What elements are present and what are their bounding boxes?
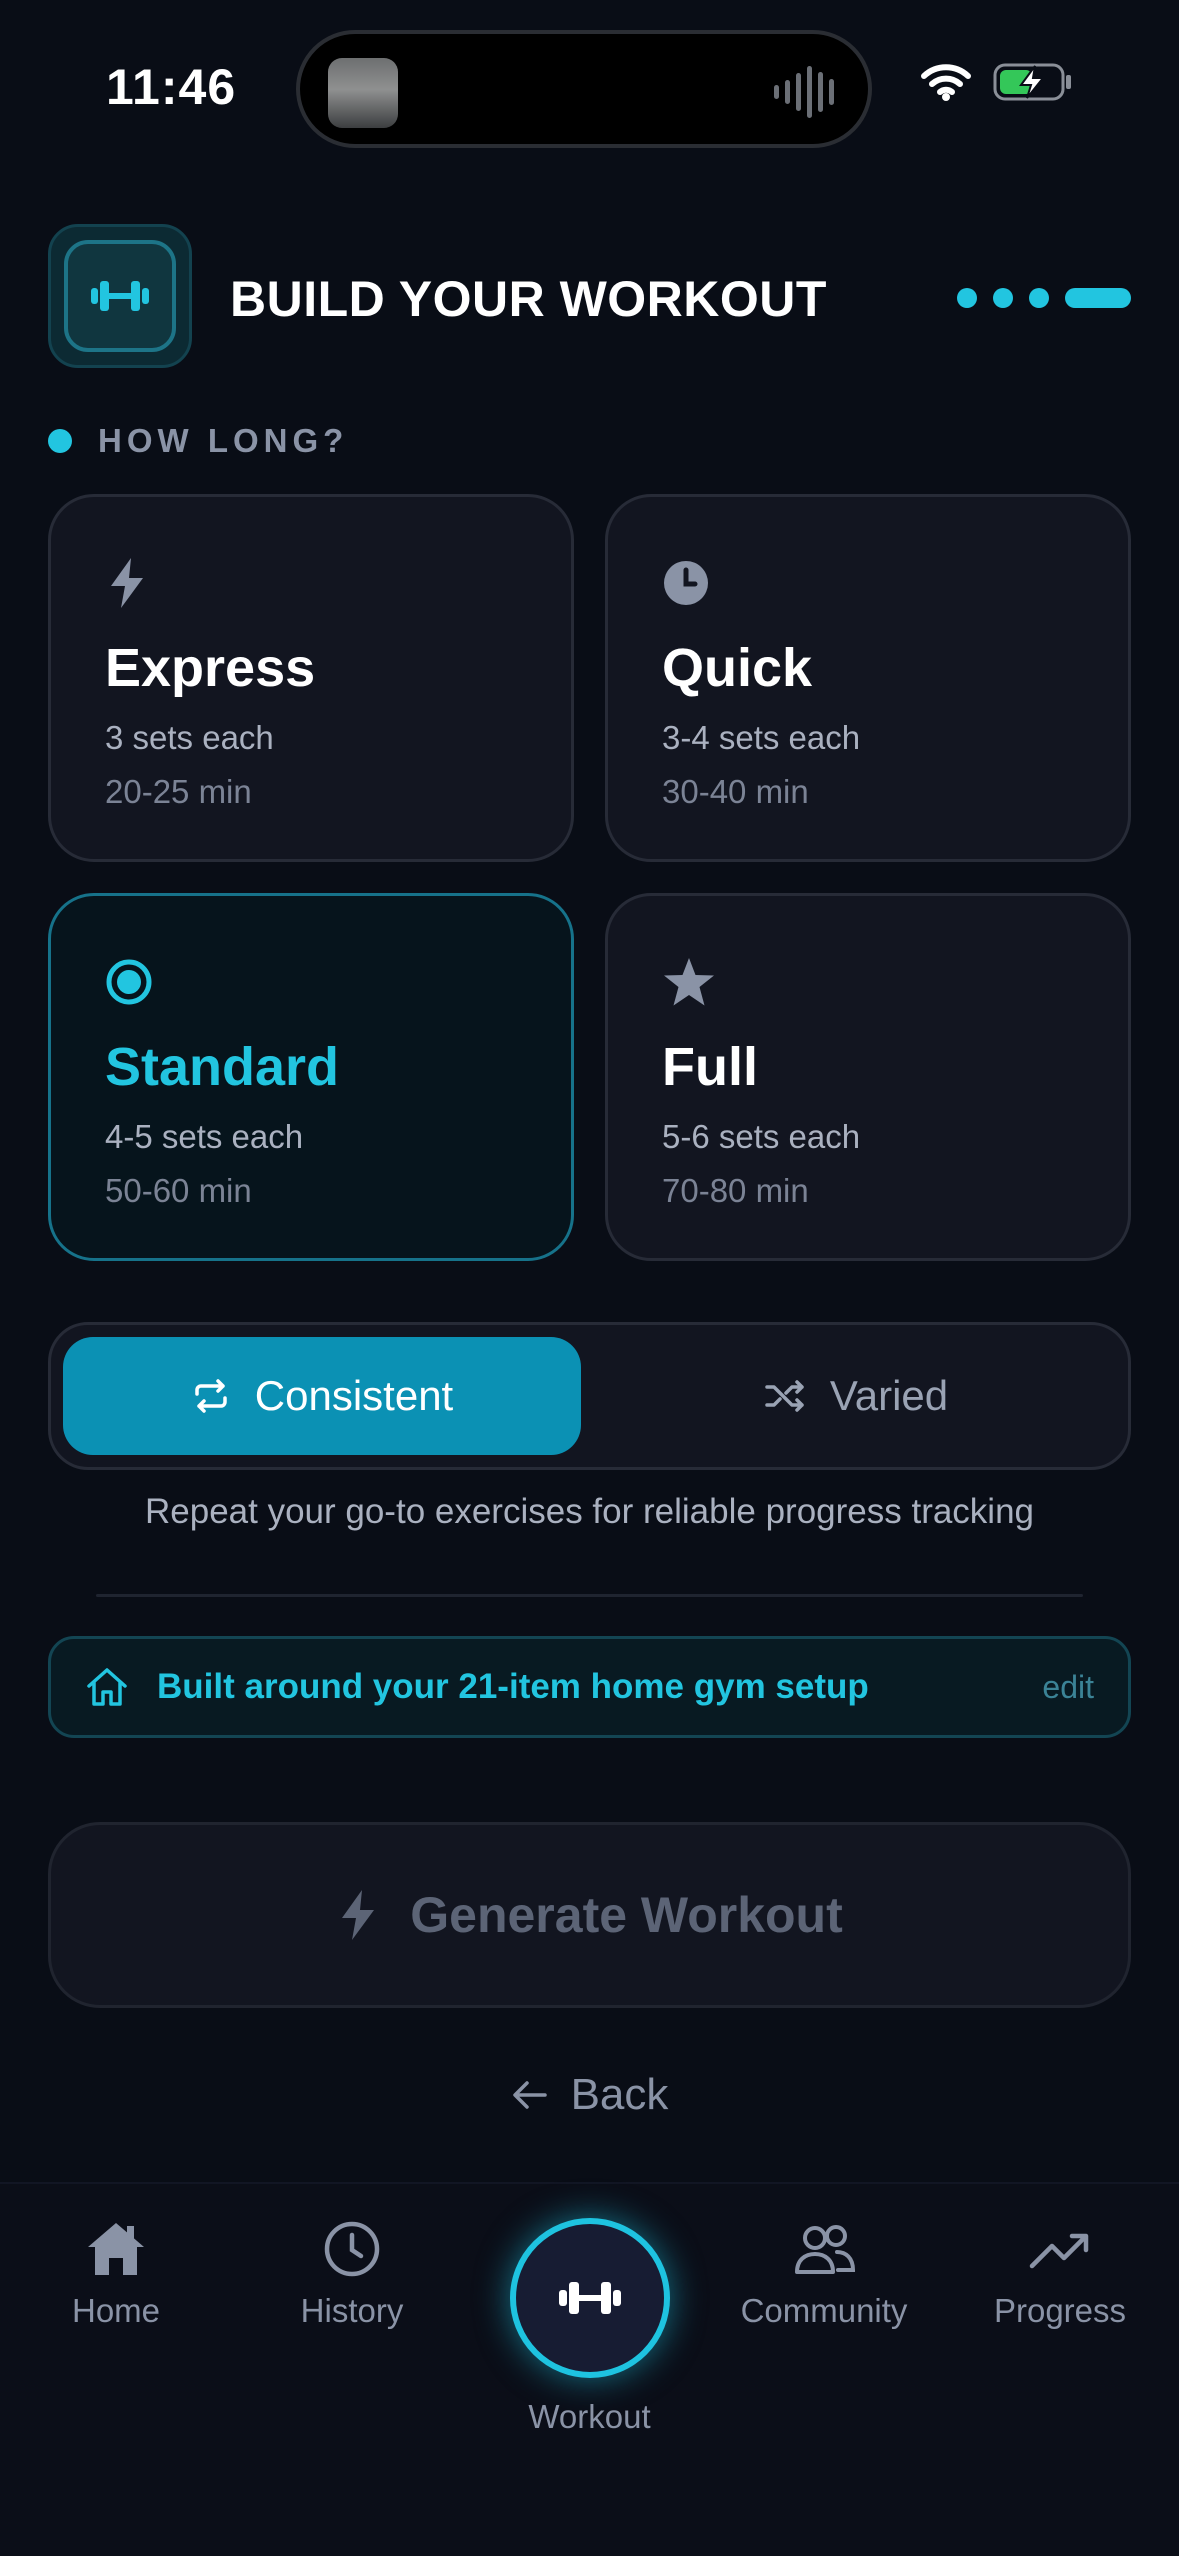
duration-option-full[interactable]: Full 5-6 sets each 70-80 min (605, 893, 1131, 1261)
bullet-icon (48, 429, 72, 453)
tab-label: Progress (993, 2292, 1127, 2329)
duration-option-express[interactable]: Express 3 sets each 20-25 min (48, 494, 574, 862)
home-icon (87, 1668, 127, 1706)
tab-label: Home (71, 2292, 161, 2329)
bolt-icon (342, 1890, 375, 1940)
duration-option-standard[interactable]: Standard 4-5 sets each 50-60 min (48, 893, 574, 1261)
page-title: BUILD YOUR WORKOUT (230, 271, 827, 327)
dynamic-island (296, 30, 872, 148)
arrow-left-icon (512, 2081, 547, 2109)
status-icons (921, 62, 1073, 102)
tab-community[interactable]: Community (714, 2220, 934, 2330)
trend-icon (1029, 2233, 1089, 2269)
option-time: 70-80 min (662, 1172, 809, 1209)
generate-workout-label: Generate Workout (410, 1887, 843, 1943)
people-icon (795, 2225, 856, 2274)
repeat-icon (195, 1379, 227, 1413)
option-sets: 3 sets each (105, 719, 274, 756)
tab-label: Community (740, 2292, 908, 2329)
mode-varied-button[interactable]: Varied (591, 1337, 1121, 1455)
option-name: Express (105, 638, 316, 698)
status-time: 11:46 (106, 59, 237, 115)
wifi-icon (921, 64, 971, 101)
step-dot (1029, 288, 1049, 308)
option-name: Standard (105, 1037, 340, 1097)
option-time: 50-60 min (105, 1172, 252, 1209)
mode-consistent-label: Consistent (254, 1372, 454, 1419)
option-sets: 4-5 sets each (105, 1118, 304, 1155)
generate-workout-button[interactable]: Generate Workout (48, 1822, 1131, 2008)
clock-icon (324, 2221, 380, 2277)
tab-workout-label: Workout (528, 2398, 651, 2435)
step-dot (993, 288, 1013, 308)
tab-workout[interactable] (510, 2218, 670, 2378)
back-label: Back (570, 2070, 669, 2119)
option-sets: 5-6 sets each (662, 1118, 861, 1155)
radio-target-icon (106, 959, 152, 1005)
dumbbell-icon (559, 2282, 621, 2314)
now-playing-thumbnail (328, 58, 398, 128)
tab-home[interactable]: Home (6, 2220, 226, 2330)
divider (96, 1594, 1083, 1597)
shuffle-icon (765, 1380, 804, 1412)
mode-description: Repeat your go-to exercises for reliable… (144, 1492, 1035, 1531)
screen: 11:46 BUILD YOUR WORKOUT HOW LONG? Expre… (0, 0, 1179, 2556)
tab-label: History (300, 2292, 404, 2329)
tab-bar: Home History Community Progress (0, 2182, 1179, 2556)
tab-history[interactable]: History (242, 2220, 462, 2330)
tab-progress[interactable]: Progress (950, 2220, 1170, 2330)
audio-waveform-icon (774, 62, 834, 122)
bolt-icon (111, 558, 143, 608)
back-button[interactable]: Back (0, 2070, 1179, 2120)
option-time: 20-25 min (105, 773, 252, 810)
battery-charging-icon (993, 63, 1071, 101)
mode-consistent-button[interactable]: Consistent (63, 1337, 581, 1455)
dumbbell-icon (91, 281, 149, 311)
step-dot-current (1065, 288, 1131, 308)
option-time: 30-40 min (662, 773, 809, 810)
home-icon (88, 2223, 144, 2275)
step-dot (957, 288, 977, 308)
app-logo (48, 224, 192, 368)
star-icon (664, 958, 714, 1006)
duration-option-quick[interactable]: Quick 3-4 sets each 30-40 min (605, 494, 1131, 862)
option-name: Full (662, 1037, 758, 1097)
exercise-mode-toggle: Consistent Varied (48, 1322, 1131, 1470)
edit-gym-link[interactable]: edit (1042, 1669, 1094, 1706)
section-label-duration: HOW LONG? (48, 422, 348, 460)
clock-icon (664, 561, 708, 605)
option-name: Quick (662, 638, 813, 698)
mode-varied-label: Varied (829, 1372, 949, 1419)
step-progress-indicator (957, 288, 1131, 308)
home-gym-text: Built around your 21-item home gym setup (157, 1667, 869, 1706)
option-sets: 3-4 sets each (662, 719, 861, 756)
home-gym-banner[interactable]: Built around your 21-item home gym setup… (48, 1636, 1131, 1738)
